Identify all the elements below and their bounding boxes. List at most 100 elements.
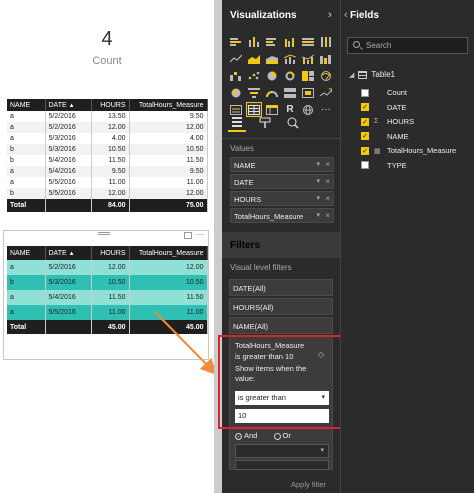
funnel-chart-icon[interactable] <box>246 85 262 100</box>
remove-field-icon[interactable]: × <box>325 160 330 169</box>
stacked-area-chart-icon[interactable] <box>264 51 280 66</box>
column-header-hours[interactable]: HOURS <box>91 99 130 111</box>
expand-fields-icon[interactable]: ‹ <box>344 9 348 21</box>
table-cell: 13.50 <box>91 111 130 122</box>
field-item-date[interactable]: ✓ DATE <box>361 102 406 113</box>
field-item-totalhours-measure[interactable]: ✓ ▦ TotalHours_Measure <box>361 145 456 156</box>
globe-visual-icon[interactable] <box>300 102 316 117</box>
chevron-down-icon[interactable]: ▾ <box>316 160 320 168</box>
more-options-icon[interactable]: ··· <box>196 230 204 239</box>
card-icon[interactable] <box>300 85 316 100</box>
or-label: Or <box>282 431 291 440</box>
field-item-name[interactable]: ✓ NAME <box>361 131 409 142</box>
total-cell <box>45 320 92 334</box>
table-cell: 11.50 <box>91 155 130 166</box>
drag-grip-icon[interactable] <box>98 232 110 235</box>
filter-hours[interactable]: HOURS(All) <box>229 298 333 315</box>
table-row[interactable]: b 5/3/2016 10.50 10.50 <box>7 144 208 155</box>
field-checkbox[interactable]: ✓ <box>361 146 369 155</box>
field-checkbox[interactable]: ✓ <box>361 132 369 140</box>
remove-field-icon[interactable]: × <box>325 194 330 203</box>
value-well-name[interactable]: NAME ▾ × <box>230 157 334 172</box>
second-operator-select[interactable]: ▾ <box>235 444 329 458</box>
format-paint-roller-icon[interactable] <box>256 114 274 132</box>
value-well-totalhours[interactable]: TotalHours_Measure ▾ × <box>230 208 334 223</box>
100-percent-bar-chart-icon[interactable] <box>300 34 316 49</box>
column-header-name[interactable]: NAME <box>7 99 46 111</box>
gauge-icon[interactable] <box>264 85 280 100</box>
field-item-type[interactable]: TYPE <box>361 160 407 171</box>
table-row[interactable]: a 5/2/2016 13.50 9.50 <box>7 111 208 122</box>
collapse-visualizations-icon[interactable]: › <box>328 9 332 21</box>
or-radio[interactable] <box>273 432 281 440</box>
table-row[interactable]: a 5/2/2016 12.00 12.00 <box>7 260 208 275</box>
clustered-column-chart-icon[interactable] <box>282 34 298 49</box>
analytics-magnifier-icon[interactable] <box>284 114 302 132</box>
filled-map-icon[interactable] <box>228 85 244 100</box>
field-checkbox[interactable] <box>361 88 369 97</box>
table-row[interactable]: a 5/4/2016 11.50 11.50 <box>7 290 208 305</box>
second-value-input[interactable] <box>235 460 329 470</box>
more-visuals-icon[interactable]: ··· <box>318 102 334 117</box>
table-row[interactable]: a 5/5/2016 11.00 11.00 <box>7 305 208 320</box>
field-checkbox[interactable]: ✓ <box>361 117 369 126</box>
table-row[interactable]: b 5/5/2016 12.00 12.00 <box>7 188 208 199</box>
waterfall-chart-icon[interactable] <box>228 68 244 83</box>
column-header-name[interactable]: NAME <box>7 246 46 260</box>
table-row[interactable]: a 5/3/2016 4.00 4.00 <box>7 133 208 144</box>
table-node-table1[interactable]: ◢ Table1 <box>349 70 395 79</box>
100-percent-column-chart-icon[interactable] <box>318 34 334 49</box>
line-and-clustered-column-icon[interactable] <box>300 51 316 66</box>
remove-field-icon[interactable]: × <box>325 177 330 186</box>
table-cell: b <box>7 188 46 199</box>
stacked-column-chart-icon[interactable] <box>246 34 262 49</box>
field-checkbox[interactable] <box>361 161 369 169</box>
field-item-count[interactable]: Count <box>361 87 407 98</box>
table-row[interactable]: a 5/2/2016 12.00 12.00 <box>7 122 208 133</box>
value-well-hours[interactable]: HOURS ▾ × <box>230 191 334 206</box>
line-and-column-chart-icon[interactable] <box>282 51 298 66</box>
chevron-down-icon[interactable]: ▾ <box>316 194 320 202</box>
field-item-hours[interactable]: ✓ Σ HOURS <box>361 116 414 127</box>
map-icon[interactable] <box>318 68 334 83</box>
fields-wells-icon[interactable] <box>228 114 246 132</box>
focus-mode-icon[interactable] <box>184 232 192 239</box>
table-row[interactable]: b 5/3/2016 10.50 10.50 <box>7 275 208 290</box>
well-label: DATE <box>234 178 254 187</box>
stacked-bar-chart-icon[interactable] <box>228 34 244 49</box>
fields-search-input[interactable]: Search <box>347 37 468 54</box>
table-cell: 5/4/2016 <box>45 166 92 177</box>
column-header-totalhours[interactable]: TotalHours_Measure <box>129 246 208 260</box>
table-cell: 12.00 <box>129 188 208 199</box>
column-header-totalhours[interactable]: TotalHours_Measure <box>129 99 208 111</box>
column-header-hours[interactable]: HOURS <box>91 246 130 260</box>
donut-chart-icon[interactable] <box>282 68 298 83</box>
pie-chart-icon[interactable] <box>264 68 280 83</box>
table-row[interactable]: b 5/4/2016 11.50 11.50 <box>7 155 208 166</box>
line-chart-icon[interactable] <box>228 51 244 66</box>
area-chart-icon[interactable] <box>246 51 262 66</box>
remove-field-icon[interactable]: × <box>325 211 330 220</box>
table-visual-2[interactable]: NAME DATE ▲ HOURS TotalHours_Measure a 5/2… <box>7 246 208 334</box>
column-header-date[interactable]: DATE ▲ <box>45 246 92 260</box>
expand-triangle-icon[interactable]: ◢ <box>349 71 354 79</box>
chevron-down-icon[interactable]: ▾ <box>316 211 320 219</box>
table-visual-1[interactable]: NAME DATE ▲ HOURS TotalHours_Measure a 5/2… <box>7 99 208 212</box>
filter-date[interactable]: DATE(All) <box>229 279 333 296</box>
table-cell: 10.50 <box>129 144 208 155</box>
chevron-down-icon[interactable]: ▾ <box>316 177 320 185</box>
and-radio[interactable] <box>235 432 242 440</box>
clustered-bar-chart-icon[interactable] <box>264 34 280 49</box>
ribbon-chart-icon[interactable] <box>318 51 334 66</box>
filter-name[interactable]: NAME(All) <box>229 317 333 334</box>
treemap-icon[interactable] <box>300 68 316 83</box>
table-row[interactable]: a 5/5/2016 11.00 11.00 <box>7 177 208 188</box>
field-checkbox[interactable]: ✓ <box>361 103 369 111</box>
multi-row-card-icon[interactable] <box>282 85 298 100</box>
total-cell: Total <box>7 199 46 212</box>
table-row[interactable]: a 5/4/2016 9.50 9.50 <box>7 166 208 177</box>
kpi-icon[interactable] <box>318 85 334 100</box>
scatter-chart-icon[interactable] <box>246 68 262 83</box>
value-well-date[interactable]: DATE ▾ × <box>230 174 334 189</box>
column-header-date[interactable]: DATE ▲ <box>45 99 92 111</box>
